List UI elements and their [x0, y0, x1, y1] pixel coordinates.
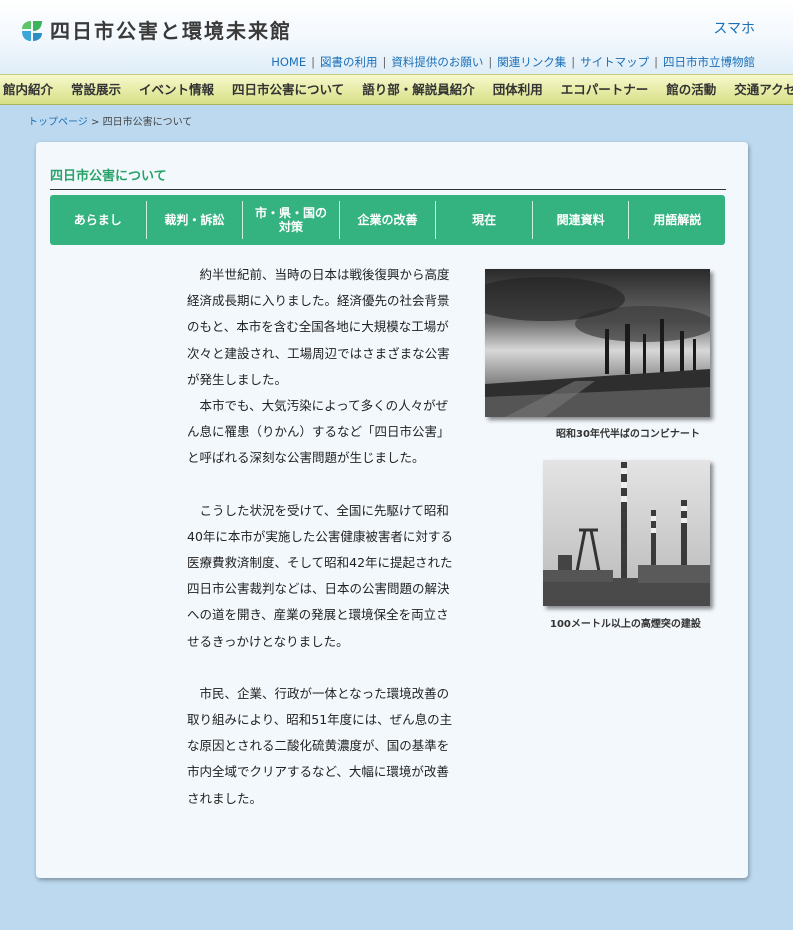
tab-related-materials[interactable]: 関連資料 — [533, 201, 630, 239]
tab-label-line2: 対策 — [278, 220, 303, 234]
photo-smokestacks — [543, 460, 710, 606]
article-body: 約半世紀前、当時の日本は戦後復興から高度経済成長期に入りました。経済優先の社会背… — [187, 262, 460, 812]
tab-label: 関連資料 — [556, 213, 605, 227]
nav-item-activities[interactable]: 館の活動 — [657, 75, 725, 104]
breadcrumb: トップページ > 四日市公害について — [28, 113, 192, 128]
photo-caption: 100メートル以上の高煙突の建設 — [550, 619, 701, 630]
nav-item-facility[interactable]: 館内紹介 — [0, 75, 62, 104]
tab-label-line1: 市・県・国の — [254, 206, 327, 220]
nav-item-pollution[interactable]: 四日市公害について — [223, 75, 353, 104]
paragraph: こうした状況を受けて、全国に先駆けて昭和40年に本市が実施した公害健康被害者に対… — [187, 502, 453, 649]
tab-label: あらまし — [73, 213, 122, 227]
nav-item-events[interactable]: イベント情報 — [130, 75, 223, 104]
tab-glossary[interactable]: 用語解説 — [629, 201, 725, 239]
mobile-site-link[interactable]: スマホ — [713, 18, 755, 38]
breadcrumb-current: 四日市公害について — [102, 117, 193, 128]
utility-nav: HOME | 図書の利用 | 資料提供のお願い | 関連リンク集 | サイトマッ… — [271, 54, 755, 70]
topic-tabs: あらまし 裁判・訴訟 市・県・国の 対策 企業の改善 現在 関連資料 用語解説 — [50, 195, 725, 245]
nav-item-eco-partner[interactable]: エコパートナー — [552, 75, 658, 104]
site-logo[interactable]: 四日市公害と環境未来館 — [20, 19, 292, 43]
utility-link-donation[interactable]: 資料提供のお願い — [391, 54, 483, 70]
separator: | — [488, 55, 493, 69]
nav-item-exhibition[interactable]: 常設展示 — [62, 75, 130, 104]
separator: | — [571, 55, 576, 69]
content-panel: 四日市公害について あらまし 裁判・訴訟 市・県・国の 対策 企業の改善 現在 関… — [36, 142, 748, 878]
tab-corporate-improvement[interactable]: 企業の改善 — [340, 201, 437, 239]
separator: | — [311, 55, 315, 69]
utility-link-related[interactable]: 関連リンク集 — [497, 54, 566, 70]
photo-caption: 昭和30年代半ばのコンビナート — [556, 429, 700, 440]
logo-leaf-icon — [22, 21, 42, 41]
tab-government-measures[interactable]: 市・県・国の 対策 — [243, 201, 340, 239]
logo-text: 四日市公害と環境未来館 — [50, 19, 292, 43]
global-nav: 館内紹介 常設展示 イベント情報 四日市公害について 語り部・解説員紹介 団体利… — [0, 74, 793, 105]
site-header: 四日市公害と環境未来館 スマホ HOME | 図書の利用 | 資料提供のお願い … — [0, 0, 793, 74]
paragraph: 約半世紀前、当時の日本は戦後復興から高度経済成長期に入りました。経済優先の社会背… — [187, 267, 450, 387]
tab-label: 市・県・国の 対策 — [255, 206, 327, 234]
breadcrumb-separator: > — [91, 117, 100, 128]
tab-overview[interactable]: あらまし — [50, 201, 147, 239]
tab-lawsuit[interactable]: 裁判・訴訟 — [147, 201, 244, 239]
utility-link-sitemap[interactable]: サイトマップ — [580, 54, 649, 70]
tab-label: 裁判・訴訟 — [164, 213, 225, 227]
photo-kombinat — [485, 269, 710, 417]
paragraph: 市民、企業、行政が一体となった環境改善の取り組みにより、昭和51年度には、ぜん息… — [187, 685, 453, 806]
nav-item-groups[interactable]: 団体利用 — [484, 75, 552, 104]
nav-item-access[interactable]: 交通アクセス — [725, 75, 793, 104]
separator: | — [382, 55, 387, 69]
breadcrumb-home[interactable]: トップページ — [28, 117, 88, 128]
separator: | — [654, 55, 658, 69]
tab-label: 現在 — [472, 213, 497, 227]
tab-label: 企業の改善 — [357, 213, 418, 227]
utility-link-home[interactable]: HOME — [271, 55, 306, 69]
nav-item-storytellers[interactable]: 語り部・解説員紹介 — [353, 75, 484, 104]
tab-label: 用語解説 — [653, 213, 702, 227]
utility-link-library[interactable]: 図書の利用 — [320, 54, 378, 70]
utility-link-museum[interactable]: 四日市市立博物館 — [663, 54, 755, 70]
paragraph: 本市でも、大気汚染によって多くの人々がぜん息に罹患（りかん）するなど「四日市公害… — [187, 398, 450, 466]
tab-present[interactable]: 現在 — [436, 201, 533, 239]
page-title: 四日市公害について — [50, 165, 726, 190]
